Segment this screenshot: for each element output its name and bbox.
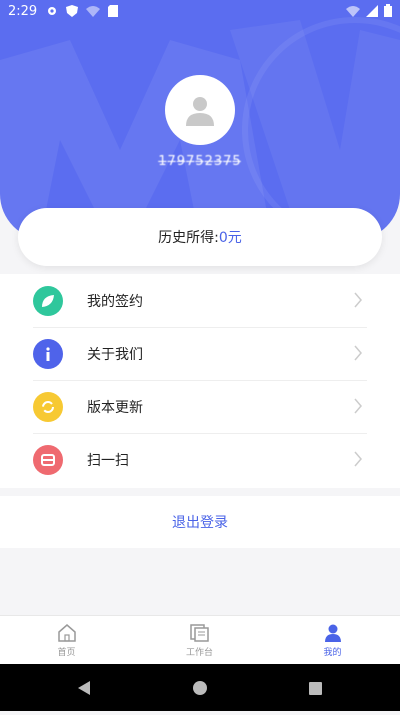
username: 1̶7̶9̶7̶5̶2̶3̶7̶5̶ bbox=[158, 154, 242, 169]
tab-label: 我的 bbox=[323, 647, 342, 658]
chevron-right-icon bbox=[354, 292, 362, 308]
battery-icon bbox=[384, 4, 392, 17]
tab-home[interactable]: 首页 bbox=[0, 616, 133, 665]
earnings-label: 历史所得: bbox=[158, 230, 219, 246]
menu-item-about[interactable]: 关于我们 bbox=[33, 327, 367, 381]
user-icon bbox=[186, 97, 214, 126]
tab-bar: 首页 工作台 我的 bbox=[0, 615, 400, 665]
earnings-value: 0元 bbox=[218, 230, 242, 246]
chevron-right-icon bbox=[354, 451, 362, 467]
scan-icon bbox=[33, 444, 63, 475]
recents-icon[interactable] bbox=[309, 682, 322, 695]
tab-workbench[interactable]: 工作台 bbox=[133, 616, 266, 665]
home-icon bbox=[57, 623, 76, 642]
signal-icon bbox=[366, 4, 378, 17]
wifi-off-icon bbox=[86, 6, 100, 17]
system-navigation-bar bbox=[0, 664, 400, 711]
profile-icon bbox=[324, 624, 341, 642]
menu-item-label: 版本更新 bbox=[87, 399, 143, 416]
menu-item-label: 我的签约 bbox=[87, 293, 143, 310]
chevron-right-icon bbox=[354, 345, 362, 361]
settings-icon bbox=[48, 7, 56, 15]
earnings-card: 历史所得: 0元 bbox=[18, 208, 382, 266]
home-button-icon[interactable] bbox=[193, 681, 207, 695]
avatar[interactable] bbox=[165, 75, 235, 145]
leaf-icon bbox=[33, 285, 63, 316]
menu-item-contracts[interactable]: 我的签约 bbox=[33, 274, 367, 328]
status-bar: 2:29 bbox=[0, 0, 400, 24]
shield-icon bbox=[66, 5, 78, 17]
menu-item-scan[interactable]: 扫一扫 bbox=[33, 433, 367, 486]
status-time: 2:29 bbox=[8, 4, 38, 19]
wifi-icon bbox=[346, 5, 360, 17]
menu-item-label: 关于我们 bbox=[87, 346, 143, 363]
menu-item-update[interactable]: 版本更新 bbox=[33, 380, 367, 434]
workbench-icon bbox=[189, 623, 209, 642]
tab-profile[interactable]: 我的 bbox=[266, 616, 399, 665]
menu-item-label: 扫一扫 bbox=[87, 452, 129, 469]
nav-buttons bbox=[78, 681, 322, 695]
info-icon bbox=[33, 338, 63, 369]
back-icon[interactable] bbox=[78, 681, 90, 695]
tab-label: 工作台 bbox=[185, 647, 213, 658]
chevron-right-icon bbox=[354, 398, 362, 414]
menu-list: 我的签约 关于我们 版本更新 扫一扫 bbox=[0, 274, 400, 488]
refresh-icon bbox=[33, 391, 63, 422]
logout-button[interactable]: 退出登录 bbox=[0, 496, 400, 548]
sd-card-icon bbox=[108, 5, 118, 17]
tab-label: 首页 bbox=[57, 647, 76, 658]
